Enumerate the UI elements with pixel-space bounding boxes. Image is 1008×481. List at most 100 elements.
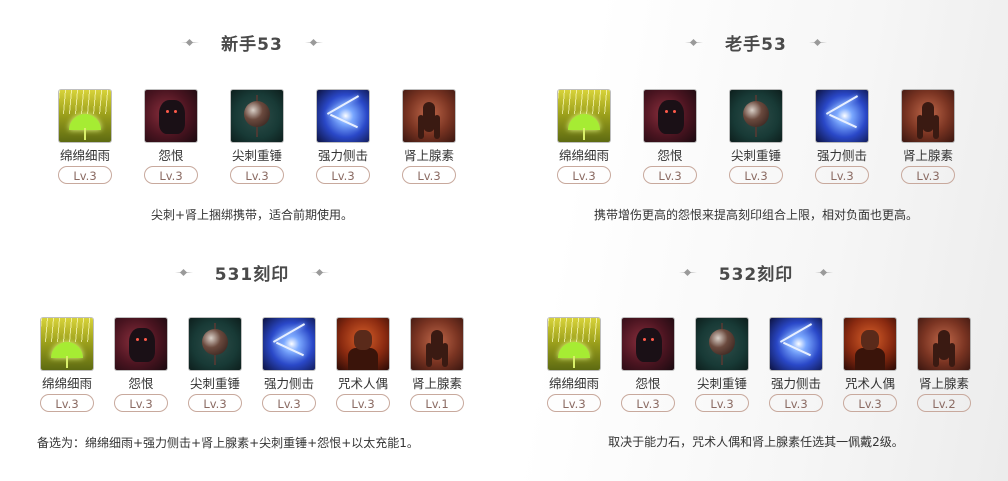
skill-level-badge: Lv.3: [621, 394, 675, 412]
skill-name: 怨恨: [635, 376, 661, 391]
lightning-strike-icon: [317, 90, 369, 142]
panel-title: 531刻印: [214, 265, 290, 285]
cursed-doll-icon: [337, 318, 389, 370]
panel-note: 备选为：绵绵细雨+强力侧击+肾上腺素+尖刺重锤+怨恨+以太充能1。: [37, 436, 419, 450]
grudge-beast-icon: [622, 318, 674, 370]
skill-item[interactable]: 绵绵细雨 Lv.3: [40, 318, 94, 412]
panel-title: 新手53: [221, 35, 283, 55]
skill-item[interactable]: 咒术人偶 Lv.3: [843, 318, 897, 412]
lightning-strike-icon: [816, 90, 868, 142]
skill-level-badge: Lv.3: [402, 166, 456, 184]
skill-level-badge: Lv.2: [917, 394, 971, 412]
skill-name: 肾上腺素: [918, 376, 969, 391]
skill-list: 绵绵细雨 Lv.3 怨恨 Lv.3 尖刺重锤 Lv.3 强力侧击 Lv.3 咒术…: [504, 318, 1008, 412]
skill-name: 绵绵细雨: [558, 148, 609, 163]
skill-name: 绵绵细雨: [59, 148, 110, 163]
skill-item[interactable]: 咒术人偶 Lv.3: [336, 318, 390, 412]
panel-title-row: 531刻印: [0, 260, 504, 285]
panel-title-row: 老手53: [504, 30, 1008, 55]
engraving-panel-531: 531刻印 绵绵细雨 Lv.3 怨恨 Lv.3 尖刺重锤 Lv.3 强力侧击 L…: [0, 240, 504, 481]
skill-item[interactable]: 怨恨 Lv.3: [621, 318, 675, 412]
grudge-beast-icon: [115, 318, 167, 370]
rain-umbrella-icon: [558, 90, 610, 142]
skill-item[interactable]: 怨恨 Lv.3: [114, 318, 168, 412]
skill-level-badge: Lv.3: [729, 166, 783, 184]
skill-item[interactable]: 肾上腺素 Lv.1: [410, 318, 464, 412]
skill-list: 绵绵细雨 Lv.3 怨恨 Lv.3 尖刺重锤 Lv.3 强力侧击 Lv.3 肾上…: [0, 90, 504, 184]
skill-item[interactable]: 怨恨 Lv.3: [643, 90, 697, 184]
lightning-strike-icon: [263, 318, 315, 370]
skill-level-badge: Lv.1: [410, 394, 464, 412]
skill-level-badge: Lv.3: [336, 394, 390, 412]
skill-name: 咒术人偶: [337, 376, 388, 391]
grudge-beast-icon: [644, 90, 696, 142]
skill-level-badge: Lv.3: [230, 166, 284, 184]
skill-name: 尖刺重锤: [730, 148, 781, 163]
skill-list: 绵绵细雨 Lv.3 怨恨 Lv.3 尖刺重锤 Lv.3 强力侧击 Lv.3 肾上…: [504, 90, 1008, 184]
skill-item[interactable]: 绵绵细雨 Lv.3: [58, 90, 112, 184]
skill-name: 绵绵细雨: [41, 376, 92, 391]
skill-item[interactable]: 尖刺重锤 Lv.3: [695, 318, 749, 412]
skill-level-badge: Lv.3: [643, 166, 697, 184]
sparkle-right-icon: [311, 268, 330, 278]
skill-name: 咒术人偶: [844, 376, 895, 391]
rain-umbrella-icon: [59, 90, 111, 142]
skill-level-badge: Lv.3: [316, 166, 370, 184]
skill-item[interactable]: 肾上腺素 Lv.2: [917, 318, 971, 412]
panel-note: 携带增伤更高的怨恨来提高刻印组合上限，相对负面也更高。: [593, 208, 918, 222]
skill-name: 怨恨: [128, 376, 154, 391]
panel-title-row: 532刻印: [504, 260, 1008, 285]
skill-item[interactable]: 强力侧击 Lv.3: [769, 318, 823, 412]
skill-item[interactable]: 肾上腺素 Lv.3: [901, 90, 955, 184]
skill-name: 肾上腺素: [403, 148, 454, 163]
skill-level-badge: Lv.3: [547, 394, 601, 412]
panel-title-row: 新手53: [0, 30, 504, 55]
engraving-panel-veteran-53: 老手53 绵绵细雨 Lv.3 怨恨 Lv.3 尖刺重锤 Lv.3 强力侧击 Lv…: [504, 0, 1008, 240]
skill-item[interactable]: 尖刺重锤 Lv.3: [729, 90, 783, 184]
rain-umbrella-icon: [41, 318, 93, 370]
skill-level-badge: Lv.3: [901, 166, 955, 184]
skill-item[interactable]: 绵绵细雨 Lv.3: [557, 90, 611, 184]
spiked-hammer-icon: [696, 318, 748, 370]
skill-item[interactable]: 肾上腺素 Lv.3: [402, 90, 456, 184]
sparkle-left-icon: [685, 38, 704, 48]
skill-name: 强力侧击: [263, 376, 314, 391]
engraving-panel-532: 532刻印 绵绵细雨 Lv.3 怨恨 Lv.3 尖刺重锤 Lv.3 强力侧击 L…: [504, 240, 1008, 481]
skill-item[interactable]: 尖刺重锤 Lv.3: [230, 90, 284, 184]
skill-level-badge: Lv.3: [769, 394, 823, 412]
lightning-strike-icon: [770, 318, 822, 370]
panel-note: 尖刺+肾上捆绑携带，适合前期使用。: [150, 208, 354, 222]
skill-level-badge: Lv.3: [58, 166, 112, 184]
skill-level-badge: Lv.3: [557, 166, 611, 184]
skill-name: 尖刺重锤: [231, 148, 282, 163]
skill-level-badge: Lv.3: [815, 166, 869, 184]
skill-list: 绵绵细雨 Lv.3 怨恨 Lv.3 尖刺重锤 Lv.3 强力侧击 Lv.3 咒术…: [0, 318, 504, 412]
sparkle-left-icon: [181, 38, 200, 48]
skill-level-badge: Lv.3: [695, 394, 749, 412]
panel-title: 532刻印: [718, 265, 794, 285]
sparkle-right-icon: [304, 38, 323, 48]
skill-name: 尖刺重锤: [696, 376, 747, 391]
skill-name: 怨恨: [158, 148, 184, 163]
skill-name: 尖刺重锤: [189, 376, 240, 391]
skill-name: 怨恨: [657, 148, 683, 163]
skill-item[interactable]: 怨恨 Lv.3: [144, 90, 198, 184]
panel-title: 老手53: [725, 35, 787, 55]
adrenaline-runner-icon: [918, 318, 970, 370]
sparkle-left-icon: [174, 268, 193, 278]
sparkle-left-icon: [678, 268, 697, 278]
spiked-hammer-icon: [231, 90, 283, 142]
sparkle-right-icon: [815, 268, 834, 278]
skill-name: 强力侧击: [816, 148, 867, 163]
skill-item[interactable]: 尖刺重锤 Lv.3: [188, 318, 242, 412]
skill-item[interactable]: 强力侧击 Lv.3: [316, 90, 370, 184]
adrenaline-runner-icon: [403, 90, 455, 142]
spiked-hammer-icon: [730, 90, 782, 142]
skill-item[interactable]: 强力侧击 Lv.3: [815, 90, 869, 184]
skill-level-badge: Lv.3: [843, 394, 897, 412]
skill-level-badge: Lv.3: [188, 394, 242, 412]
skill-item[interactable]: 强力侧击 Lv.3: [262, 318, 316, 412]
skill-name: 绵绵细雨: [548, 376, 599, 391]
skill-level-badge: Lv.3: [262, 394, 316, 412]
skill-item[interactable]: 绵绵细雨 Lv.3: [547, 318, 601, 412]
